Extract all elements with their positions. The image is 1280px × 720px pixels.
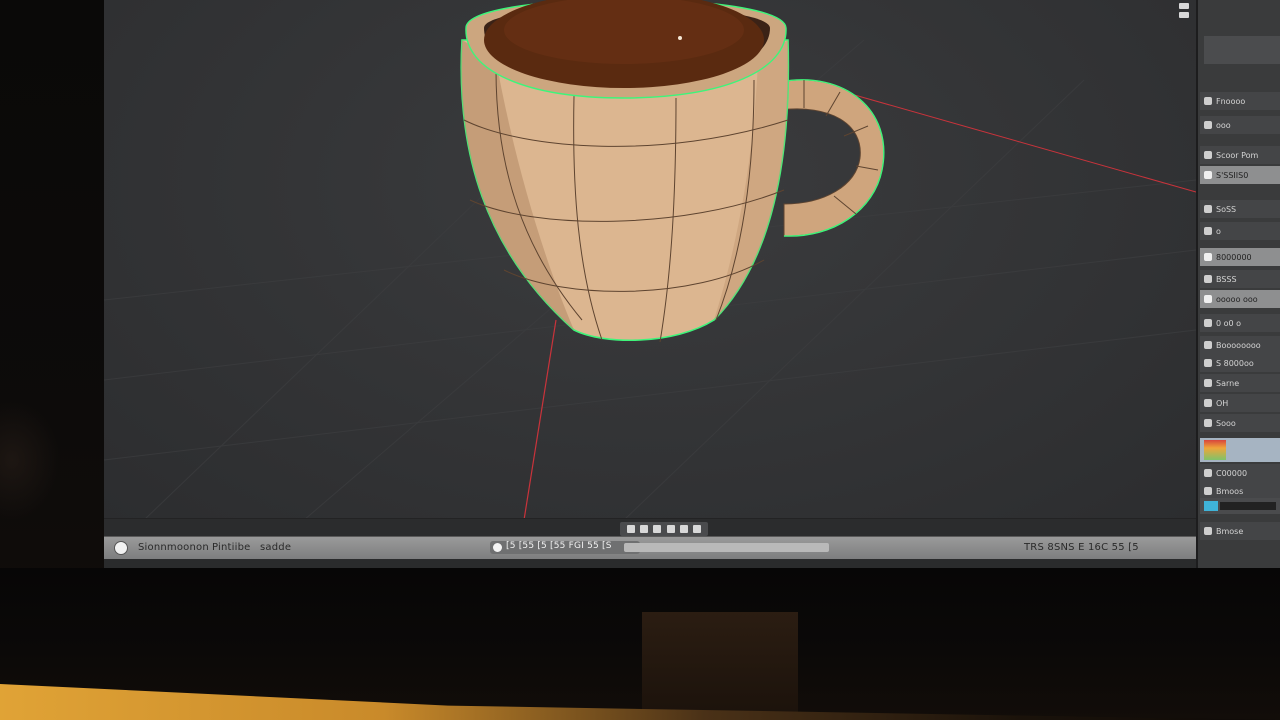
property-row[interactable]: S 8000oo bbox=[1200, 354, 1280, 372]
property-row[interactable]: 8000000 bbox=[1200, 248, 1280, 266]
property-row[interactable]: Scoor Pom bbox=[1200, 146, 1280, 164]
property-row[interactable]: Fnoooo bbox=[1200, 92, 1280, 110]
status-text-right: TRS 8SNS E 16C 55 [5 bbox=[1024, 542, 1139, 553]
property-icon bbox=[1204, 121, 1212, 129]
play-icon[interactable] bbox=[493, 543, 502, 552]
viewport-canvas bbox=[104, 0, 1196, 520]
status-text-sub: Pintiibe bbox=[212, 542, 251, 553]
property-row[interactable]: ooooo ooo bbox=[1200, 290, 1280, 308]
timeline-control[interactable]: [5 [55 [5 [55 FGI 55 [S bbox=[490, 541, 640, 554]
property-icon bbox=[1204, 295, 1212, 303]
property-row[interactable]: OH bbox=[1200, 394, 1280, 412]
mug-handle bbox=[779, 79, 885, 237]
property-icon bbox=[1204, 171, 1212, 179]
property-icon bbox=[1204, 359, 1212, 367]
tool-icon[interactable] bbox=[653, 525, 662, 533]
monitor-screen: Sionnmoonon Pintiibe sadde [5 [55 [5 [55… bbox=[104, 0, 1280, 568]
property-row[interactable]: S'SSIIS0 bbox=[1200, 166, 1280, 184]
color-value-row[interactable] bbox=[1200, 498, 1280, 514]
y-axis-line bbox=[843, 91, 1196, 193]
viewport-toolbar bbox=[104, 518, 1196, 537]
property-icon bbox=[1204, 275, 1212, 283]
app-logo-icon[interactable] bbox=[114, 541, 128, 555]
value-field[interactable] bbox=[1220, 502, 1276, 510]
viewport-menu-icon[interactable] bbox=[1176, 0, 1192, 22]
property-icon bbox=[1204, 205, 1212, 213]
tool-icon[interactable] bbox=[626, 525, 635, 533]
property-row[interactable]: Boooooooo bbox=[1200, 336, 1280, 354]
tool-icon[interactable] bbox=[639, 525, 648, 533]
property-row[interactable]: o bbox=[1200, 222, 1280, 240]
property-icon bbox=[1204, 487, 1212, 495]
property-icon bbox=[1204, 419, 1212, 427]
timeline-text: [5 [55 [5 [55 FGI 55 [S bbox=[506, 541, 612, 551]
properties-rows: Fnoooo ooo Scoor Pom S'SSIIS0 SoSS o 800… bbox=[1196, 0, 1280, 568]
property-icon bbox=[1204, 227, 1212, 235]
property-row[interactable]: Bmose bbox=[1200, 522, 1280, 540]
color-swatch-row[interactable] bbox=[1200, 438, 1280, 462]
color-swatch[interactable] bbox=[1204, 440, 1226, 460]
3d-viewport[interactable] bbox=[104, 0, 1196, 520]
tool-icon[interactable] bbox=[679, 525, 688, 533]
property-icon bbox=[1204, 379, 1212, 387]
property-row[interactable]: ooo bbox=[1200, 116, 1280, 134]
property-row[interactable]: Sooo bbox=[1200, 414, 1280, 432]
x-axis-line bbox=[523, 319, 557, 520]
status-text-sub2: sadde bbox=[260, 542, 292, 553]
property-icon bbox=[1204, 527, 1212, 535]
property-row[interactable]: BSSS bbox=[1200, 270, 1280, 288]
property-row[interactable]: 0 o0 o bbox=[1200, 314, 1280, 332]
property-row[interactable]: SoSS bbox=[1200, 200, 1280, 218]
property-row[interactable]: C00000 bbox=[1200, 464, 1280, 482]
timeline-scrubber[interactable] bbox=[624, 543, 829, 552]
cyan-swatch[interactable] bbox=[1204, 501, 1218, 511]
room-light-glow bbox=[0, 400, 60, 520]
property-icon bbox=[1204, 399, 1212, 407]
viewport-tool-group[interactable] bbox=[620, 522, 708, 536]
property-icon bbox=[1204, 341, 1212, 349]
property-icon bbox=[1204, 97, 1212, 105]
tool-icon[interactable] bbox=[666, 525, 675, 533]
property-icon bbox=[1204, 469, 1212, 477]
property-icon bbox=[1204, 253, 1212, 261]
tool-icon[interactable] bbox=[693, 525, 702, 533]
status-text-main: Sionnmoonon bbox=[138, 542, 209, 553]
mug-body bbox=[460, 0, 790, 343]
property-icon bbox=[1204, 319, 1212, 327]
property-row[interactable]: Sarne bbox=[1200, 374, 1280, 392]
monitor-stand bbox=[642, 612, 798, 720]
status-bar: Sionnmoonon Pintiibe sadde [5 [55 [5 [55… bbox=[104, 536, 1196, 559]
property-icon bbox=[1204, 151, 1212, 159]
